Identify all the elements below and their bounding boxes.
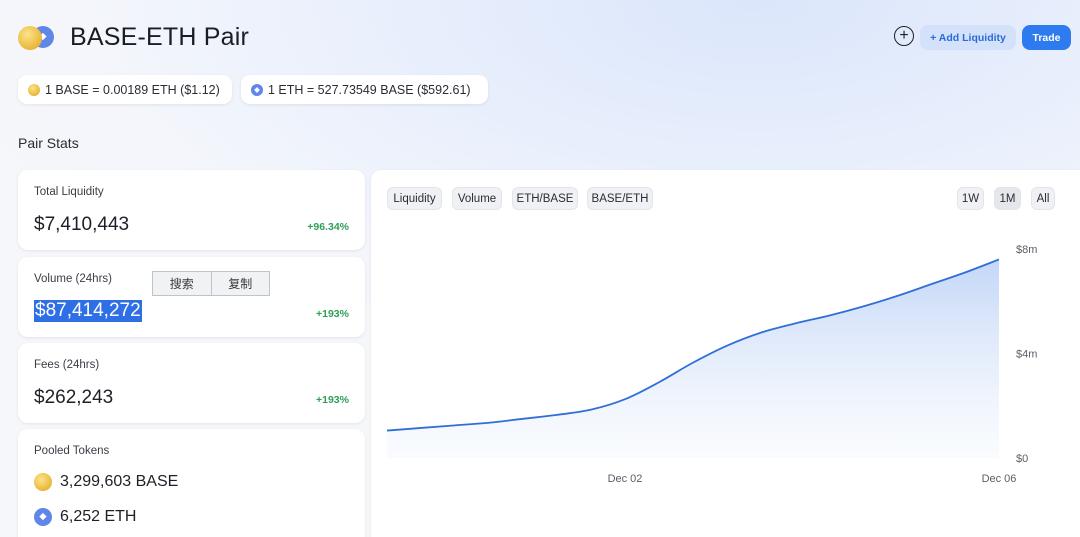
total-liquidity-card: Total Liquidity $7,410,443 +96.34%: [18, 170, 365, 250]
pooled-eth-amount: 6,252 ETH: [60, 508, 137, 525]
y-tick-label: $4m: [1016, 349, 1037, 361]
liquidity-area-chart[interactable]: $8m $4m $0 Dec 02 Dec 06: [371, 170, 1080, 537]
header: BASE-ETH Pair + + Add Liquidity Trade: [0, 0, 1080, 75]
eth-base-rate-pill[interactable]: 1 ETH = 527.73549 BASE ($592.61): [241, 75, 488, 104]
pooled-base-row: 3,299,603 BASE: [34, 473, 178, 491]
add-liquidity-button[interactable]: + Add Liquidity: [920, 25, 1016, 50]
chart-card: Liquidity Volume ETH/BASE BASE/ETH 1W 1M…: [371, 170, 1080, 537]
base-eth-rate-pill[interactable]: 1 BASE = 0.00189 ETH ($1.12): [18, 75, 232, 104]
eth-rate-text: 1 ETH = 527.73549 BASE ($592.61): [268, 82, 471, 97]
x-tick-label: Dec 02: [608, 473, 643, 485]
stat-label: Total Liquidity: [34, 186, 104, 198]
pooled-base-amount: 3,299,603 BASE: [60, 473, 179, 490]
stat-change: +96.34%: [307, 221, 349, 233]
pair-logo: [18, 24, 58, 52]
search-menu-item[interactable]: 搜索: [153, 272, 211, 295]
pooled-tokens-card: Pooled Tokens 3,299,603 BASE 6,252 ETH: [18, 429, 365, 537]
fees-card: Fees (24hrs) $262,243 +193%: [18, 343, 365, 423]
stat-change: +193%: [316, 308, 349, 320]
stat-value-selected[interactable]: $87,414,272: [34, 300, 142, 322]
base-coin-icon: [18, 26, 42, 50]
page-title: BASE-ETH Pair: [70, 23, 250, 51]
base-coin-icon: [28, 83, 40, 96]
stat-label: Fees (24hrs): [34, 359, 100, 371]
text-selection-menu: 搜索 复制: [152, 271, 270, 296]
base-coin-icon: [34, 473, 52, 491]
base-rate-text: 1 BASE = 0.00189 ETH ($1.12): [45, 82, 220, 97]
eth-coin-icon: [251, 83, 263, 96]
eth-coin-icon: [34, 508, 52, 526]
stat-change: +193%: [316, 394, 349, 406]
stat-value: $7,410,443: [34, 214, 130, 235]
trade-button[interactable]: Trade: [1022, 25, 1071, 50]
add-icon-button[interactable]: +: [894, 26, 914, 46]
x-tick-label: Dec 06: [982, 473, 1017, 485]
stat-label: Pooled Tokens: [34, 445, 110, 457]
stat-label: Volume (24hrs): [34, 273, 112, 285]
stat-value: $262,243: [34, 387, 114, 408]
section-title: Pair Stats: [18, 135, 79, 151]
copy-menu-item[interactable]: 复制: [210, 272, 270, 295]
pooled-eth-row: 6,252 ETH: [34, 508, 136, 526]
y-tick-label: $8m: [1016, 244, 1037, 256]
liquidity-area-fill: [387, 259, 999, 458]
plus-icon: +: [899, 27, 909, 44]
volume-card: Volume (24hrs) $87,414,272 +193% 搜索 复制: [18, 257, 365, 337]
y-tick-label: $0: [1016, 453, 1028, 465]
